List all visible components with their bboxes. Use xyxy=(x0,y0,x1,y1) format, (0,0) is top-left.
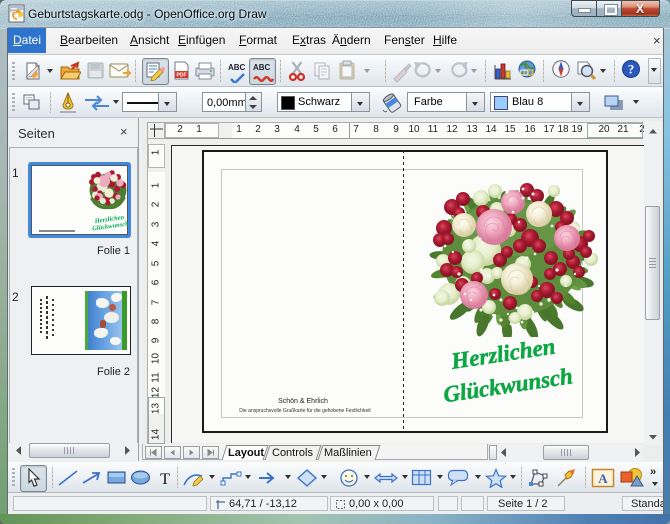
svg-text:T: T xyxy=(160,471,170,487)
svg-text:PDF: PDF xyxy=(177,73,187,79)
svg-text:ABC: ABC xyxy=(253,63,271,72)
svg-text:ABC: ABC xyxy=(228,63,246,72)
svg-text:?: ? xyxy=(628,62,635,77)
svg-text:A: A xyxy=(598,471,608,486)
